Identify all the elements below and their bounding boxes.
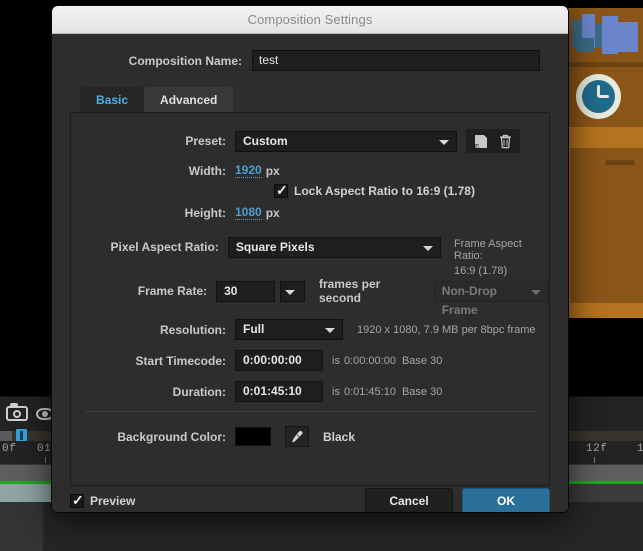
artwork-door-handle bbox=[605, 160, 635, 165]
work-area-start-handle[interactable] bbox=[0, 431, 12, 441]
basic-settings-panel: Preset: Custom Width: 1920 px ✓ Lock Asp… bbox=[70, 112, 550, 486]
frame-rate-row: Frame Rate: 30 frames per second Non-Dro… bbox=[71, 277, 549, 317]
pixel-aspect-ratio-select[interactable]: Square Pixels bbox=[227, 237, 441, 258]
start-timecode-note-value: 0:00:00:00 bbox=[343, 354, 396, 367]
preset-actions bbox=[466, 129, 520, 153]
ruler-tick-mark bbox=[45, 457, 46, 463]
width-label: Width: bbox=[188, 163, 226, 178]
duration-note-suffix: Base 30 bbox=[401, 385, 443, 398]
preset-select-value: Custom bbox=[243, 133, 288, 148]
dialog-tabs: Basic Advanced bbox=[70, 87, 550, 112]
resolution-select[interactable]: Full bbox=[235, 319, 343, 340]
duration-note-value: 0:01:45:10 bbox=[343, 385, 396, 398]
ruler-tick-mark bbox=[594, 457, 595, 463]
ruler-tick-label: 1 bbox=[637, 443, 643, 455]
composition-name-label: Composition Name: bbox=[128, 53, 242, 68]
duration-row: Duration: 0:01:45:10 is 0:01:45:10 Base … bbox=[71, 381, 442, 402]
frame-rate-preset-dropdown[interactable] bbox=[280, 280, 305, 302]
lock-aspect-ratio-checkbox[interactable] bbox=[274, 182, 288, 199]
chevron-down-icon bbox=[325, 328, 335, 333]
ok-button[interactable]: OK bbox=[462, 488, 550, 512]
resolution-label: Resolution: bbox=[160, 322, 226, 337]
width-value[interactable]: 1920 bbox=[235, 163, 262, 178]
frame-rate-input[interactable]: 30 bbox=[216, 280, 276, 302]
duration-input[interactable]: 0:01:45:10 bbox=[235, 381, 323, 402]
height-value[interactable]: 1080 bbox=[235, 205, 262, 220]
preview-checkbox[interactable] bbox=[70, 492, 84, 509]
resolution-info: 1920 x 1080, 7.9 MB per 8bpc frame bbox=[357, 323, 536, 336]
preset-label: Preset: bbox=[185, 134, 226, 148]
frame-aspect-ratio-value: 16:9 (1.78) bbox=[453, 265, 508, 277]
dialog-title: Composition Settings bbox=[247, 12, 373, 27]
artwork-cabinet-door bbox=[570, 148, 643, 303]
chevron-down-icon bbox=[284, 289, 295, 295]
background-color-row: Background Color: Black bbox=[71, 426, 355, 447]
pixel-aspect-ratio-label: Pixel Aspect Ratio: bbox=[110, 240, 219, 254]
start-timecode-note-suffix: Base 30 bbox=[401, 354, 443, 367]
ruler-tick-label: 0f bbox=[2, 443, 17, 455]
start-timecode-note-prefix: is bbox=[332, 354, 340, 367]
camera-icon-top bbox=[10, 403, 18, 407]
start-timecode-input[interactable]: 0:00:00:00 bbox=[235, 350, 323, 371]
duration-label: Duration: bbox=[172, 384, 226, 399]
chevron-down-icon bbox=[439, 139, 449, 145]
frame-rate-unit: frames per second bbox=[318, 277, 381, 305]
preset-row: Preset: Custom bbox=[71, 129, 549, 153]
tab-advanced[interactable]: Advanced bbox=[144, 87, 234, 112]
drop-frame-value: Non-Drop Frame bbox=[441, 283, 498, 317]
dialog-footer: Preview Cancel OK bbox=[70, 488, 550, 512]
composition-name-input[interactable]: test bbox=[252, 50, 540, 71]
height-unit: px bbox=[265, 205, 280, 220]
eyeball-icon-pupil bbox=[42, 411, 48, 417]
composition-name-row: Composition Name: test bbox=[70, 50, 550, 71]
chevron-down-icon bbox=[530, 289, 541, 295]
trash-icon[interactable] bbox=[494, 132, 516, 150]
preview-label: Preview bbox=[90, 494, 136, 508]
chevron-down-icon bbox=[422, 246, 433, 251]
pixel-aspect-ratio-row: Pixel Aspect Ratio: Square Pixels Frame … bbox=[71, 237, 549, 277]
pixel-aspect-ratio-value: Square Pixels bbox=[235, 240, 315, 254]
resolution-row: Resolution: Full 1920 x 1080, 7.9 MB per… bbox=[71, 319, 536, 340]
tab-basic[interactable]: Basic bbox=[80, 87, 145, 112]
dialog-titlebar[interactable]: Composition Settings bbox=[52, 6, 568, 34]
drop-frame-select: Non-Drop Frame bbox=[433, 280, 549, 317]
height-label: Height: bbox=[184, 205, 226, 220]
background-color-swatch[interactable] bbox=[235, 427, 271, 446]
composition-settings-dialog: Composition Settings Composition Name: t… bbox=[52, 6, 568, 512]
height-row: Height: 1080 px bbox=[71, 205, 280, 220]
save-preset-icon[interactable] bbox=[470, 132, 492, 150]
timeline-layer-column bbox=[0, 502, 43, 551]
artwork-letterbox bbox=[567, 318, 643, 378]
artwork-clock-minute-hand bbox=[598, 95, 609, 98]
lock-aspect-ratio-label: Lock Aspect Ratio to 16:9 (1.78) bbox=[294, 184, 475, 198]
section-divider bbox=[85, 411, 535, 412]
frame-aspect-ratio-label: Frame Aspect Ratio: bbox=[453, 238, 522, 262]
start-timecode-label: Start Timecode: bbox=[135, 353, 226, 368]
cancel-button[interactable]: Cancel bbox=[365, 488, 453, 512]
ruler-tick-label: 12f bbox=[586, 443, 608, 455]
width-row: Width: 1920 px bbox=[71, 163, 280, 178]
eyedropper-icon[interactable] bbox=[285, 426, 309, 447]
duration-note-prefix: is bbox=[332, 385, 340, 398]
camera-icon-lens bbox=[13, 410, 21, 418]
background-color-name: Black bbox=[323, 429, 356, 444]
frame-rate-label: Frame Rate: bbox=[137, 284, 208, 298]
start-timecode-row: Start Timecode: 0:00:00:00 is 0:00:00:00… bbox=[71, 350, 442, 371]
frame-aspect-ratio-block: Frame Aspect Ratio: 16:9 (1.78) bbox=[454, 237, 549, 277]
dialog-body: Composition Name: test Basic Advanced Pr… bbox=[52, 50, 568, 512]
preset-select[interactable]: Custom bbox=[235, 130, 457, 152]
artwork-books bbox=[572, 14, 638, 54]
width-unit: px bbox=[265, 163, 280, 178]
lock-aspect-ratio-row[interactable]: Lock Aspect Ratio to 16:9 (1.78) bbox=[274, 182, 475, 199]
background-color-label: Background Color: bbox=[117, 429, 226, 444]
resolution-value: Full bbox=[243, 322, 265, 336]
